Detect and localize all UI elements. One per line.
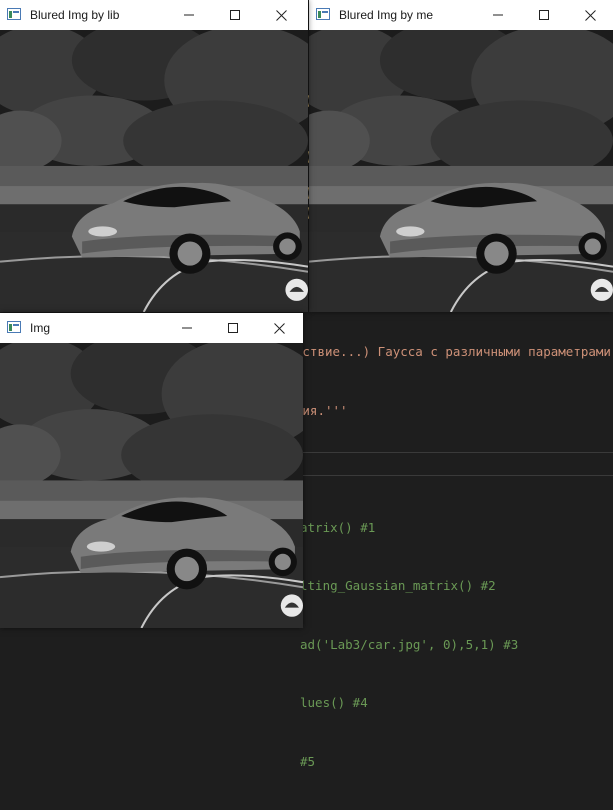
close-icon <box>275 9 287 21</box>
maximize-icon <box>230 10 240 20</box>
title-bar[interactable]: Img <box>0 313 303 344</box>
app-window-icon <box>316 8 330 20</box>
minimize-button[interactable] <box>164 313 210 343</box>
minimize-icon <box>182 327 192 329</box>
window-title: Img <box>30 321 51 335</box>
minimize-button[interactable] <box>166 0 212 30</box>
maximize-icon <box>539 10 549 20</box>
image-canvas <box>0 30 308 312</box>
blurred-car-image <box>309 30 613 312</box>
maximize-button[interactable] <box>210 313 256 343</box>
window-img[interactable]: Img <box>0 313 303 628</box>
window-title: Blured Img by lib <box>30 8 120 22</box>
code-line-text: ad('Lab3/car.jpg', 0),5,1) #3 <box>300 636 519 652</box>
code-line: ad('Lab3/car.jpg', 0),5,1) #3 <box>182 635 613 655</box>
image-canvas <box>0 343 303 628</box>
minimize-icon <box>493 14 503 16</box>
code-line: lues() #4 <box>182 693 613 713</box>
title-bar[interactable]: Blured Img by lib <box>0 0 308 31</box>
maximize-button[interactable] <box>521 0 567 30</box>
original-car-image <box>0 343 303 628</box>
close-icon <box>273 322 285 334</box>
title-bar[interactable]: Blured Img by me <box>309 0 613 31</box>
close-icon <box>584 9 596 21</box>
code-line-text: #5 <box>300 753 316 769</box>
image-canvas <box>309 30 613 312</box>
window-blured-by-me[interactable]: Blured Img by me <box>309 0 613 312</box>
app-window-icon <box>7 321 21 333</box>
window-title: Blured Img by me <box>339 8 434 22</box>
minimize-icon <box>184 14 194 16</box>
code-line-text: lues() #4 <box>300 695 368 710</box>
window-blured-by-lib[interactable]: Blured Img by lib <box>0 0 308 312</box>
app-window-icon <box>7 8 21 20</box>
code-line-text: lting_Gaussian_matrix() #2 <box>300 578 496 593</box>
minimize-button[interactable] <box>475 0 521 30</box>
close-button[interactable] <box>256 313 302 343</box>
blurred-car-image <box>0 30 308 312</box>
close-button[interactable] <box>258 0 304 30</box>
code-line-text: atrix() #1 <box>300 519 376 535</box>
code-line: #5 <box>182 752 613 772</box>
close-button[interactable] <box>567 0 613 30</box>
maximize-button[interactable] <box>212 0 258 30</box>
maximize-icon <box>228 323 238 333</box>
